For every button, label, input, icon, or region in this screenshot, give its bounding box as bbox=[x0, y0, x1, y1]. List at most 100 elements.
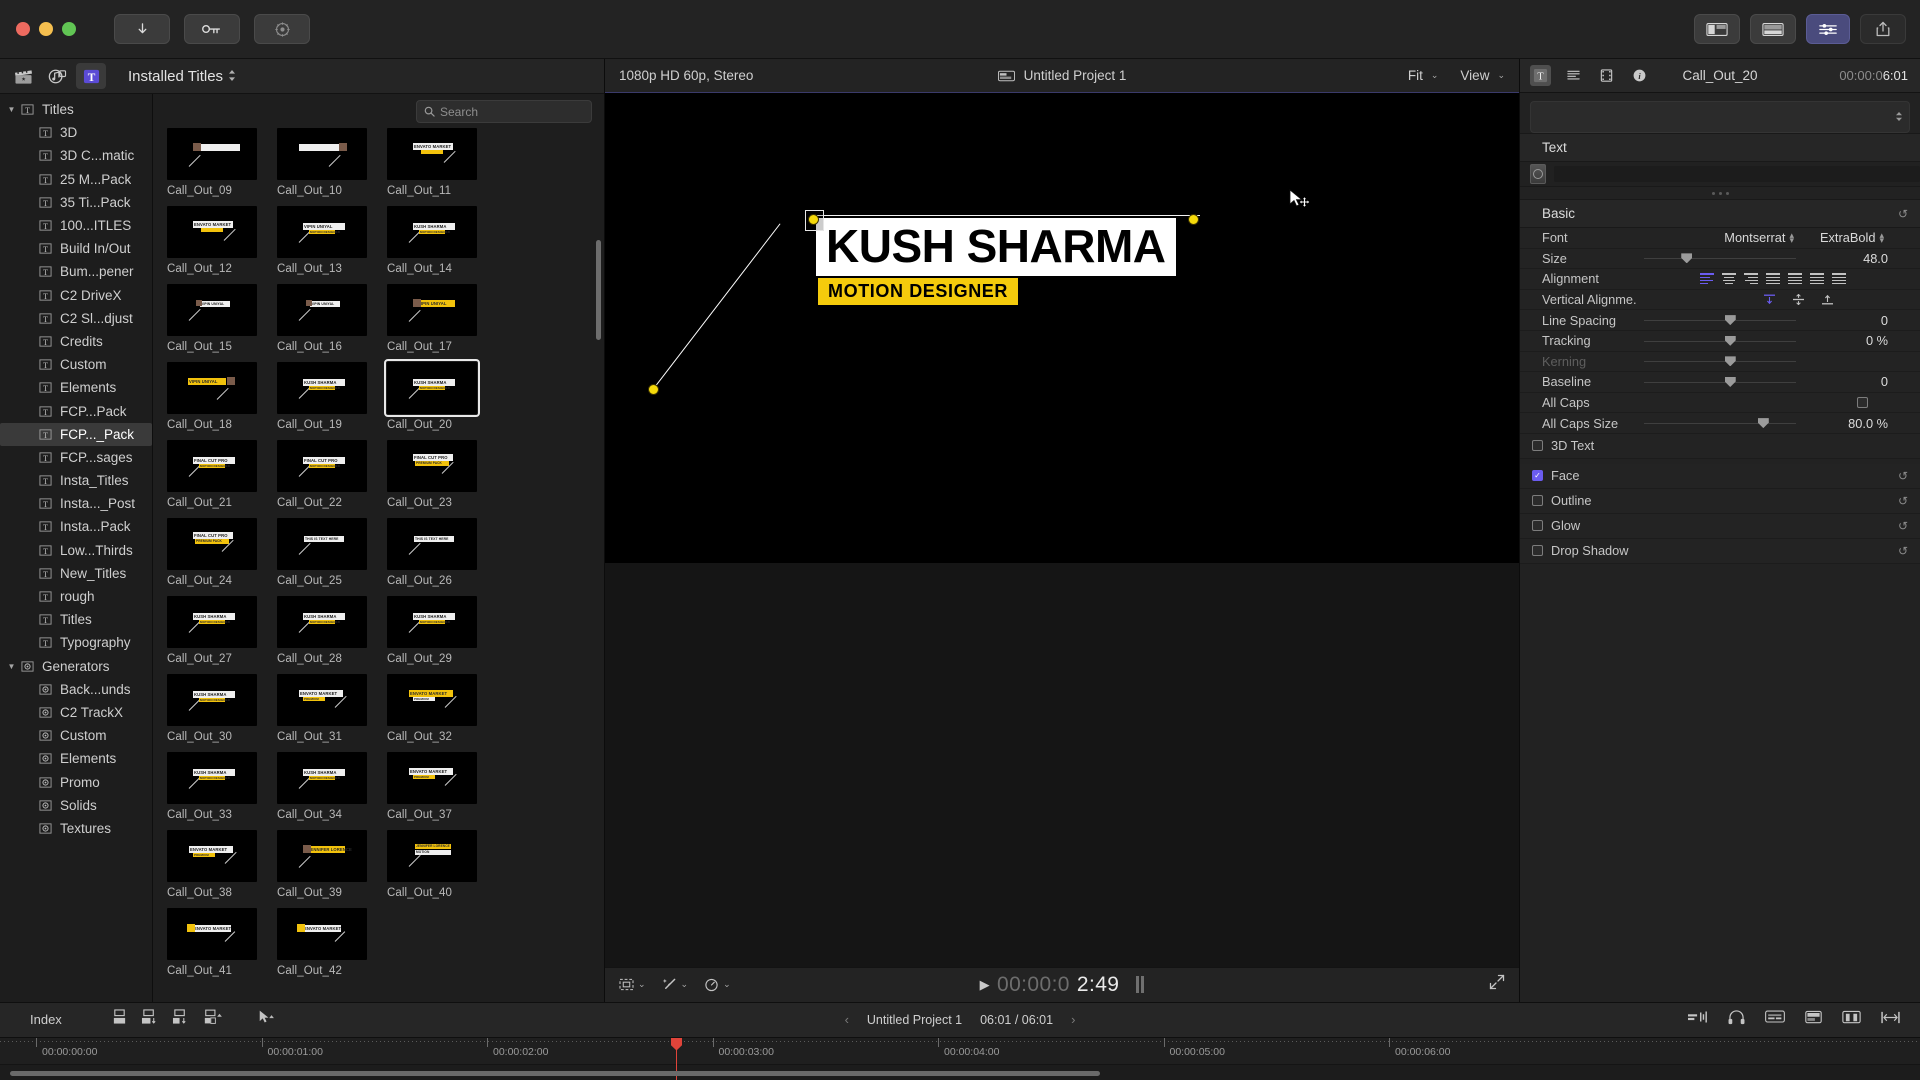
title-thumbnail[interactable]: ENVATO MARKET bbox=[387, 128, 477, 180]
sidebar-item-elements[interactable]: T Elements bbox=[0, 376, 152, 399]
inspector-row-baseline[interactable]: Baseline 0 bbox=[1520, 372, 1920, 393]
title-grid-item[interactable]: KUSH SHARMA MOTION DESIGNER Call_Out_14 bbox=[387, 206, 497, 275]
title-grid-item[interactable]: ENVATO MARKET Call_Out_11 bbox=[387, 128, 497, 197]
timeline-ruler[interactable]: 00:00:00:00 00:00:01:00 00:00:02:00 00:00:0… bbox=[0, 1037, 1920, 1065]
inspector-row-alignment[interactable]: Alignment bbox=[1520, 269, 1920, 290]
next-project-button[interactable]: › bbox=[1071, 1012, 1075, 1027]
slider-track[interactable] bbox=[1644, 258, 1796, 260]
property-control[interactable] bbox=[1636, 269, 1894, 289]
title-grid-item[interactable]: ENVATO MARKET Call_Out_41 bbox=[167, 908, 277, 977]
title-grid-item[interactable]: VIPIN UNIYAL MOTION DESIGNER Call_Out_13 bbox=[277, 206, 387, 275]
sidebar-item-low-thirds[interactable]: T Low...Thirds bbox=[0, 539, 152, 562]
title-thumbnail[interactable]: KUSH SHARMA MOTION DESIGNER bbox=[387, 596, 477, 648]
video-inspector-tab[interactable] bbox=[1596, 65, 1617, 86]
close-window-button[interactable] bbox=[16, 22, 30, 36]
title-grid-item[interactable]: KUSH SHARMA MOTION DESIGNER Call_Out_20 bbox=[384, 359, 497, 431]
sidebar-item-35-ti-pack[interactable]: T 35 Ti...Pack bbox=[0, 191, 152, 214]
justify-left-button[interactable] bbox=[1766, 273, 1780, 285]
sidebar-item-build-in-out[interactable]: T Build In/Out bbox=[0, 237, 152, 260]
sidebar-item-insta-post[interactable]: T Insta..._Post bbox=[0, 492, 152, 515]
title-grid-item[interactable]: ENVATO MARKET Call_Out_12 bbox=[167, 206, 277, 275]
title-thumbnail[interactable]: KUSH SHARMA MOTION DESIGNER bbox=[277, 362, 367, 414]
title-thumbnail[interactable]: ENVATO MARKET PREMIUM bbox=[387, 752, 477, 804]
title-right-handle[interactable] bbox=[1188, 214, 1199, 225]
title-grid-item[interactable]: KUSH SHARMA MOTION DESIGNER Call_Out_33 bbox=[167, 752, 277, 821]
inspector-row-all-caps-size[interactable]: All Caps Size 80.0 % bbox=[1520, 413, 1920, 434]
photos-audio-browser-tab[interactable] bbox=[42, 63, 72, 89]
property-control[interactable] bbox=[1636, 331, 1810, 351]
title-thumbnail[interactable] bbox=[167, 128, 257, 180]
property-value[interactable]: 0 % bbox=[1810, 333, 1894, 348]
property-value[interactable]: 0 bbox=[1810, 313, 1894, 328]
inspector-toggle-glow[interactable]: Glow ↺ bbox=[1520, 513, 1920, 539]
sidebar-item-back-unds[interactable]: Back...unds bbox=[0, 678, 152, 701]
inspector-row-size[interactable]: Size 48.0 bbox=[1520, 248, 1920, 270]
inspector-row-tracking[interactable]: Tracking 0 % bbox=[1520, 330, 1920, 352]
slider-knob[interactable] bbox=[1681, 253, 1693, 264]
title-grid-item[interactable]: KUSH SHARMA MOTION DESIGNER Call_Out_34 bbox=[277, 752, 387, 821]
viewer-stage[interactable]: KUSH SHARMA MOTION DESIGNER bbox=[605, 93, 1519, 967]
import-media-button[interactable] bbox=[114, 14, 170, 44]
sidebar-item-25-m-pack[interactable]: T 25 M...Pack bbox=[0, 168, 152, 191]
title-thumbnail[interactable]: KUSH SHARMA MOTION DESIGNER bbox=[387, 206, 477, 258]
titles-browser-tab[interactable]: T bbox=[76, 63, 106, 89]
color-board-button[interactable] bbox=[254, 14, 310, 44]
browser-source-popup[interactable]: Installed Titles bbox=[128, 68, 236, 85]
sidebar-item-insta-titles[interactable]: T Insta_Titles bbox=[0, 469, 152, 492]
keyword-editor-button[interactable] bbox=[184, 14, 240, 44]
justify-right-button[interactable] bbox=[1810, 273, 1824, 285]
title-thumbnail[interactable]: KUSH SHARMA MOTION DESIGNER bbox=[167, 752, 257, 804]
sidebar-item-solids[interactable]: Solids bbox=[0, 794, 152, 817]
outline-checkbox[interactable] bbox=[1532, 495, 1543, 507]
title-grid-item[interactable]: KUSH SHARMA MOTION DESIGNER Call_Out_19 bbox=[277, 362, 387, 431]
title-thumbnail[interactable]: ENVATO MARKET PREMIUM bbox=[387, 674, 477, 726]
sidebar-item-c2-trackx[interactable]: C2 TrackX bbox=[0, 701, 152, 724]
title-thumbnail[interactable]: FINAL CUT PRO PREMIUM PACK bbox=[167, 518, 257, 570]
title-thumbnail[interactable]: JENNIFER LORENCE MOTION bbox=[387, 830, 477, 882]
property-value[interactable]: 0 bbox=[1810, 374, 1894, 389]
inspector-properties[interactable]: Text Basic ↺ Font Montserrat ▴ ▾ ExtraBold ▴ ▾… bbox=[1520, 133, 1920, 1002]
title-thumbnail[interactable]: VIPIN UNIYAL MOTION DESIGNER bbox=[277, 206, 367, 258]
title-grid-item[interactable]: JENNIFER LORENCE Call_Out_39 bbox=[277, 830, 387, 899]
text-alignment-group[interactable] bbox=[1700, 273, 1846, 285]
title-grid-item[interactable]: VIPIN UNIYAL Call_Out_15 bbox=[167, 284, 277, 353]
slider-track[interactable] bbox=[1644, 361, 1796, 363]
drop-shadow-checkbox[interactable] bbox=[1532, 545, 1543, 557]
valign-top-button[interactable] bbox=[1763, 294, 1776, 305]
sidebar-item-custom[interactable]: Custom bbox=[0, 724, 152, 747]
property-value[interactable]: 80.0 % bbox=[1810, 416, 1894, 431]
info-inspector-tab[interactable]: i bbox=[1629, 65, 1650, 86]
title-thumbnail[interactable]: KUSH SHARMA MOTION DESIGNER bbox=[167, 674, 257, 726]
property-control[interactable] bbox=[1636, 413, 1810, 433]
previous-project-button[interactable]: ‹ bbox=[845, 1012, 849, 1027]
font-style-popup[interactable]: ExtraBold ▴ ▾ bbox=[1820, 230, 1884, 245]
sidebar-item-promo[interactable]: Promo bbox=[0, 770, 152, 793]
title-thumbnail[interactable]: VIPIN UNIYAL bbox=[167, 284, 257, 336]
property-control[interactable] bbox=[1636, 393, 1894, 413]
title-grid-item[interactable]: VIPIN UNIYAL Call_Out_17 bbox=[387, 284, 497, 353]
sidebar-item-3d-c-matic[interactable]: T 3D C...matic bbox=[0, 144, 152, 167]
title-thumbnail[interactable]: KUSH SHARMA MOTION DESIGNER bbox=[277, 596, 367, 648]
title-grid-item[interactable]: FINAL CUT PRO PREMIUM PACK Call_Out_24 bbox=[167, 518, 277, 587]
sidebar-item-textures[interactable]: Textures bbox=[0, 817, 152, 840]
sidebar-item-fcp-pack[interactable]: T FCP...Pack bbox=[0, 399, 152, 422]
sidebar-item-credits[interactable]: T Credits bbox=[0, 330, 152, 353]
justify-full-button[interactable] bbox=[1832, 273, 1846, 285]
callout-end-handle[interactable] bbox=[808, 214, 819, 225]
title-thumbnail[interactable]: THIS IS TEXT HERE bbox=[387, 518, 477, 570]
property-value[interactable]: 48.0 bbox=[1810, 251, 1894, 266]
title-thumbnail[interactable]: ENVATO MARKET PREMIUM bbox=[277, 674, 367, 726]
viewer-timecode-display[interactable]: ▶ 00:00:0 2:49 bbox=[605, 973, 1519, 997]
slider-track[interactable] bbox=[1644, 340, 1796, 342]
title-thumbnail[interactable]: FINAL CUT PRO PREMIUM PACK bbox=[387, 440, 477, 492]
toggle-timeline-button[interactable] bbox=[1750, 14, 1796, 44]
title-grid-item[interactable]: KUSH SHARMA MOTION DESIGNER Call_Out_27 bbox=[167, 596, 277, 665]
inspector-toggle-face[interactable]: ✓ Face ↺ bbox=[1520, 463, 1920, 489]
title-grid-item[interactable]: VIPIN UNIYAL Call_Out_16 bbox=[277, 284, 387, 353]
align-left-button[interactable] bbox=[1700, 273, 1714, 285]
maximize-window-button[interactable] bbox=[62, 22, 76, 36]
title-grid-item[interactable]: Call_Out_09 bbox=[167, 128, 277, 197]
title-grid-item[interactable]: FINAL CUT PRO PREMIUM PACK Call_Out_23 bbox=[387, 440, 497, 509]
title-grid-item[interactable]: KUSH SHARMA MOTION DESIGNER Call_Out_30 bbox=[167, 674, 277, 743]
sidebar-item-insta-pack[interactable]: T Insta...Pack bbox=[0, 515, 152, 538]
